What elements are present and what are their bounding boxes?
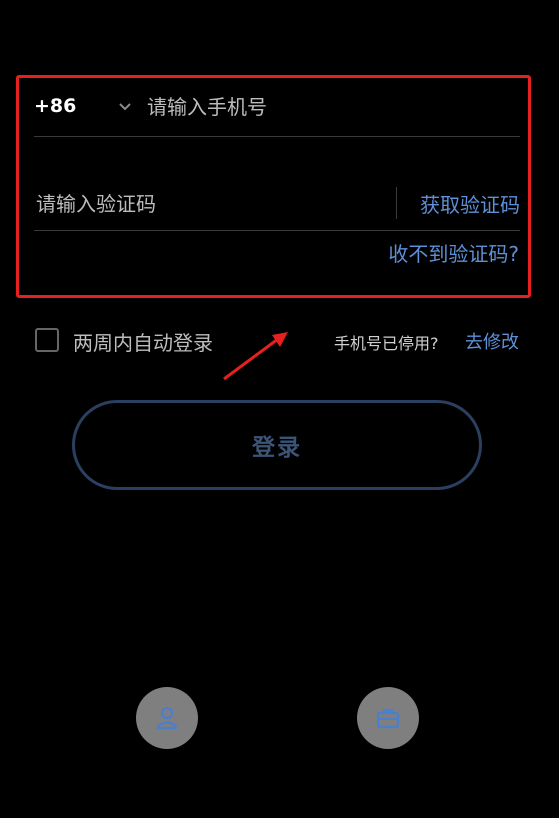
chevron-down-icon[interactable] xyxy=(118,101,132,113)
remember-label[interactable]: 两周内自动登录 xyxy=(73,327,213,356)
briefcase-login-button[interactable] xyxy=(357,687,419,749)
login-button[interactable]: 登录 xyxy=(72,400,482,490)
modify-phone-link[interactable]: 去修改 xyxy=(465,328,519,354)
verification-code-input[interactable] xyxy=(34,188,378,220)
phone-input[interactable] xyxy=(145,91,509,123)
briefcase-icon xyxy=(376,708,400,729)
user-login-button[interactable] xyxy=(136,687,198,749)
user-icon xyxy=(156,706,178,730)
no-code-link[interactable]: 收不到验证码? xyxy=(388,238,519,267)
code-row: 获取验证码 xyxy=(34,180,520,231)
phone-disabled-text: 手机号已停用? xyxy=(334,334,439,353)
login-label: 登录 xyxy=(252,435,302,461)
get-code-button[interactable]: 获取验证码 xyxy=(420,189,520,218)
remember-checkbox[interactable] xyxy=(35,328,59,352)
divider xyxy=(396,187,397,219)
country-code[interactable]: +86 xyxy=(34,95,76,117)
phone-row: +86 xyxy=(34,85,520,137)
arrow-annotation-icon xyxy=(223,332,288,381)
